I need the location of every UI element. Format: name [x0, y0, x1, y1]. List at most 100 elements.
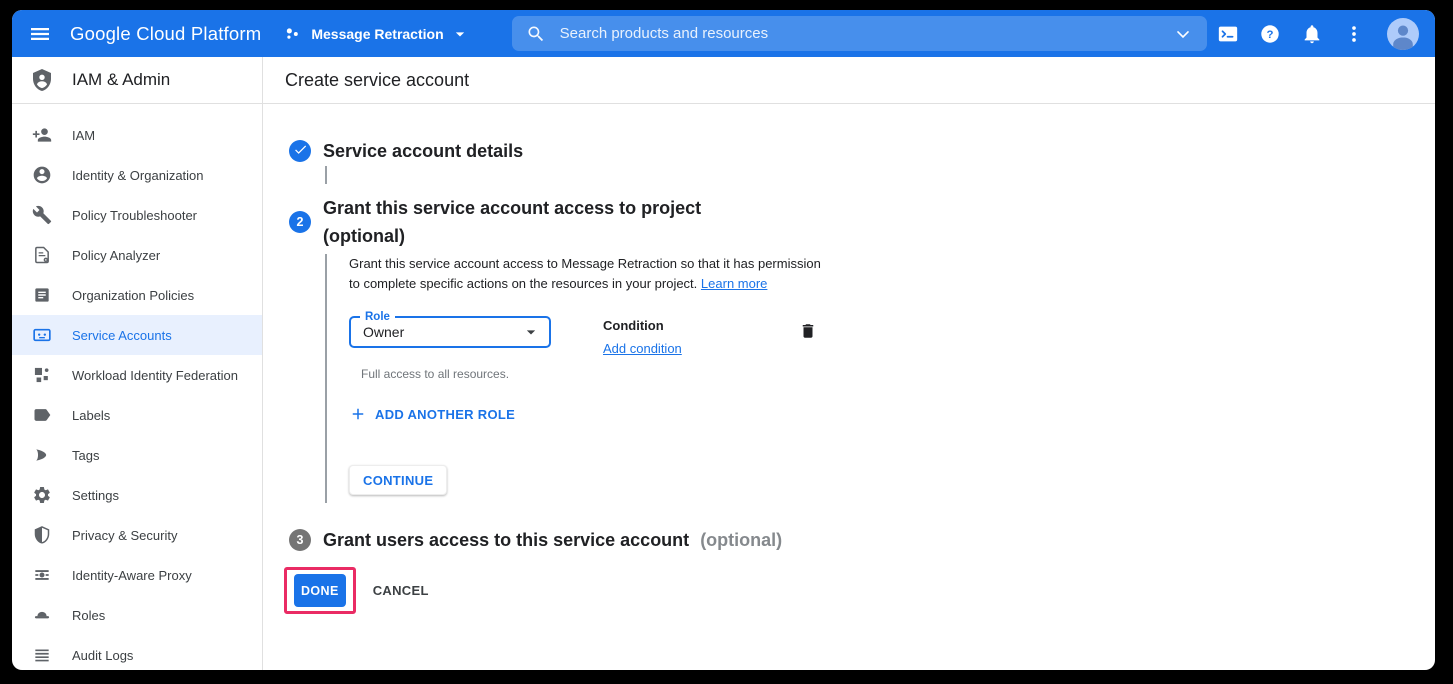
- step-2-body: Grant this service account access to Mes…: [325, 254, 1435, 503]
- doc-gear-icon: [32, 245, 52, 265]
- help-icon[interactable]: ?: [1259, 23, 1281, 45]
- sidebar-item-label: Identity-Aware Proxy: [72, 568, 192, 583]
- role-select[interactable]: Role Owner: [349, 316, 551, 348]
- check-icon: [293, 142, 308, 160]
- sidebar-title: IAM & Admin: [72, 70, 170, 90]
- workload-squares-icon: [32, 365, 52, 385]
- notifications-icon[interactable]: [1301, 23, 1323, 45]
- role-row: Role Owner Condition Add condition: [349, 316, 1435, 358]
- tag-icon: [32, 445, 52, 465]
- page-header: Create service account: [263, 57, 1435, 104]
- svg-text:?: ?: [1267, 29, 1274, 41]
- gear-icon: [32, 485, 52, 505]
- description-line-1: Grant this service account access to Mes…: [349, 254, 1435, 274]
- main-panel: Create service account Service account d…: [263, 57, 1435, 670]
- sidebar-item-label: Settings: [72, 488, 119, 503]
- role-helper-text: Full access to all resources.: [361, 367, 1435, 381]
- role-selected-value: Owner: [363, 324, 521, 340]
- step-2-badge: 2: [289, 211, 311, 233]
- sidebar-item-policy-analyzer[interactable]: Policy Analyzer: [12, 235, 262, 275]
- avatar[interactable]: [1387, 18, 1419, 50]
- sidebar-item-service-accounts[interactable]: Service Accounts: [12, 315, 262, 355]
- more-vert-icon[interactable]: [1343, 23, 1365, 45]
- project-switcher-icon: [283, 24, 302, 43]
- step-2-description: Grant this service account access to Mes…: [349, 254, 1435, 294]
- project-selector[interactable]: Message Retraction: [283, 24, 469, 44]
- project-name: Message Retraction: [311, 26, 443, 42]
- sidebar-item-iam[interactable]: IAM: [12, 115, 262, 155]
- annotation-highlight-box: DONE: [284, 567, 356, 614]
- person-circle-icon: [32, 165, 52, 185]
- search-input[interactable]: [560, 25, 1173, 42]
- browser-viewport: Google Cloud Platform Message Retraction…: [12, 10, 1435, 670]
- step-2-title: Grant this service account access to pro…: [323, 194, 701, 222]
- sidebar-item-label: Organization Policies: [72, 288, 194, 303]
- gcp-logo[interactable]: Google Cloud Platform: [70, 23, 261, 45]
- create-service-account-form: Service account details 2 Grant this ser…: [263, 104, 1435, 670]
- sidebar-nav: IAM Identity & Organization Policy Troub…: [12, 104, 262, 670]
- step-1-title: Service account details: [323, 141, 523, 162]
- search-icon: [526, 24, 546, 44]
- sidebar-item-organization-policies[interactable]: Organization Policies: [12, 275, 262, 315]
- app-bar-actions: ?: [1207, 18, 1419, 50]
- page-title: Create service account: [285, 70, 469, 91]
- caret-down-icon: [450, 24, 470, 44]
- step-1-service-account-details: Service account details: [289, 140, 1435, 162]
- sidebar-item-label: Policy Analyzer: [72, 248, 160, 263]
- doc-lines-icon: [32, 285, 52, 305]
- sidebar-item-tags[interactable]: Tags: [12, 435, 262, 475]
- hamburger-menu-icon[interactable]: [28, 22, 52, 46]
- sidebar-item-policy-troubleshooter[interactable]: Policy Troubleshooter: [12, 195, 262, 235]
- sidebar-item-label: Labels: [72, 408, 110, 423]
- sidebar-item-identity-aware-proxy[interactable]: Identity-Aware Proxy: [12, 555, 262, 595]
- shield-half-icon: [32, 525, 52, 545]
- cancel-button[interactable]: CANCEL: [373, 583, 429, 598]
- search-bar[interactable]: [512, 16, 1207, 51]
- sidebar-item-label: Tags: [72, 448, 99, 463]
- person-add-icon: [32, 125, 52, 145]
- step-3-header: 3 Grant users access to this service acc…: [289, 529, 1435, 551]
- sidebar-item-roles[interactable]: Roles: [12, 595, 262, 635]
- role-field-label: Role: [360, 310, 395, 324]
- service-account-icon: [32, 325, 52, 345]
- sidebar-item-label: Privacy & Security: [72, 528, 177, 543]
- add-another-role-button[interactable]: ADD ANOTHER ROLE: [349, 405, 515, 423]
- chevron-down-icon[interactable]: [1173, 24, 1193, 44]
- hat-icon: [32, 605, 52, 625]
- step-2-titles: Grant this service account access to pro…: [323, 194, 701, 250]
- sidebar-item-label: Service Accounts: [72, 328, 172, 343]
- content-area: IAM & Admin IAM Identity & Organization …: [12, 57, 1435, 670]
- sidebar-item-label: Policy Troubleshooter: [72, 208, 197, 223]
- sidebar-item-audit-logs[interactable]: Audit Logs: [12, 635, 262, 670]
- sidebar: IAM & Admin IAM Identity & Organization …: [12, 57, 263, 670]
- shield-person-icon: [30, 68, 54, 92]
- sidebar-item-privacy-security[interactable]: Privacy & Security: [12, 515, 262, 555]
- description-line-2: to complete specific actions on the reso…: [349, 274, 1435, 294]
- done-button[interactable]: DONE: [294, 574, 346, 607]
- step-3-badge: 3: [289, 529, 311, 551]
- learn-more-link[interactable]: Learn more: [701, 276, 767, 291]
- condition-block: Condition Add condition: [603, 318, 753, 358]
- sidebar-item-labels[interactable]: Labels: [12, 395, 262, 435]
- sidebar-item-label: Roles: [72, 608, 105, 623]
- step-2-optional: (optional): [323, 222, 701, 250]
- wrench-icon: [32, 205, 52, 225]
- sidebar-item-workload-identity-federation[interactable]: Workload Identity Federation: [12, 355, 262, 395]
- step-complete-badge: [289, 140, 311, 162]
- sidebar-header: IAM & Admin: [12, 57, 262, 104]
- list-lines-icon: [32, 645, 52, 665]
- form-actions: DONE CANCEL: [289, 567, 1435, 614]
- sidebar-item-label: Workload Identity Federation: [72, 368, 238, 383]
- sidebar-item-settings[interactable]: Settings: [12, 475, 262, 515]
- step-3-title: Grant users access to this service accou…: [323, 530, 782, 551]
- label-icon: [32, 405, 52, 425]
- trash-icon[interactable]: [799, 322, 817, 340]
- plus-icon: [349, 405, 367, 423]
- app-bar: Google Cloud Platform Message Retraction…: [12, 10, 1435, 57]
- sidebar-item-identity-organization[interactable]: Identity & Organization: [12, 155, 262, 195]
- cloud-shell-icon[interactable]: [1217, 23, 1239, 45]
- step-2-header: 2 Grant this service account access to p…: [289, 194, 1435, 250]
- add-condition-link[interactable]: Add condition: [603, 341, 682, 356]
- continue-button[interactable]: CONTINUE: [349, 465, 447, 495]
- condition-label: Condition: [603, 318, 753, 333]
